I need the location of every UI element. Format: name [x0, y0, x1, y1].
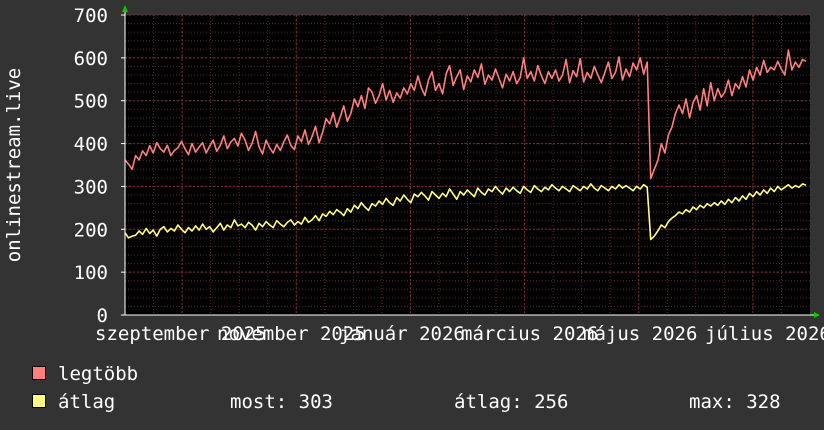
x-tick-label: július 2026 [705, 323, 824, 345]
x-tick-label: január 2026 [339, 323, 465, 345]
y-tick-labels: 0100200300400500600700 [74, 5, 108, 327]
y-tick-label: 200 [74, 219, 108, 241]
legend-label-legtobb: legtöbb [58, 363, 139, 385]
y-axis-label: onlinestream.live [3, 68, 25, 262]
legend-item-atlag: átlag most: 303 átlag: 256 max: 328 [32, 390, 812, 414]
y-tick-label: 300 [74, 176, 108, 198]
stat-max: max: 328 [689, 391, 781, 413]
y-tick-label: 700 [74, 5, 108, 27]
y-tick-label: 100 [74, 262, 108, 284]
y-tick-label: 500 [74, 91, 108, 113]
y-tick-label: 600 [74, 48, 108, 70]
stat-most: most: 303 [230, 391, 333, 413]
stat-atlag: átlag: 256 [454, 391, 569, 413]
legend-swatch-legtobb [32, 366, 46, 380]
legend-label-atlag: átlag [58, 391, 116, 413]
x-axis-arrow [814, 312, 820, 318]
x-tick-labels: szeptember 2025november 2025január 2026m… [95, 323, 824, 345]
x-tick-label: május 2026 [583, 323, 697, 345]
y-axis-arrow [122, 5, 128, 12]
x-tick-label: március 2026 [461, 323, 598, 345]
legend: legtöbb átlag most: 303 átlag: 256 max: … [32, 362, 812, 418]
y-tick-label: 400 [74, 134, 108, 156]
legend-swatch-atlag [32, 394, 46, 408]
